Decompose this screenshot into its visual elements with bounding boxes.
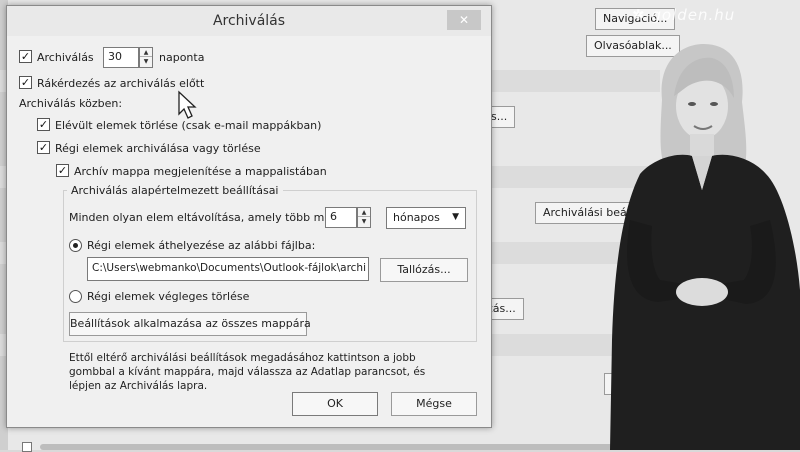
spin-up-icon[interactable]: ▲ <box>140 48 152 57</box>
remove-older-input[interactable]: 6 <box>325 207 357 228</box>
archive-days-unit: naponta <box>159 51 205 64</box>
apply-to-all-folders-button[interactable]: Beállítások alkalmazása az összes mappár… <box>69 312 311 336</box>
archive-info-note: Ettől eltérő archiválási beállítások meg… <box>69 352 426 392</box>
show-archive-folder-checkbox[interactable]: ✓ <box>56 164 69 177</box>
during-archive-label: Archiválás közben: <box>19 97 123 110</box>
archive-old-items-label: Régi elemek archiválása vagy törlése <box>55 142 261 155</box>
archive-every-label: Archiválás <box>37 51 94 64</box>
period-select[interactable]: hónapos ▼ <box>386 207 466 229</box>
presenter-photo <box>610 44 800 450</box>
spin-down-icon[interactable]: ▼ <box>140 57 152 66</box>
dialog-title: Archiválás <box>212 13 286 29</box>
mouse-pointer-icon <box>178 90 197 119</box>
move-to-file-label: Régi elemek áthelyezése az alábbi fájlba… <box>87 239 316 252</box>
browse-button[interactable]: Tallózás... <box>380 258 468 282</box>
background-checkbox[interactable] <box>22 442 32 452</box>
presenter-hands <box>676 278 728 306</box>
permanently-delete-label: Régi elemek végleges törlése <box>87 290 250 303</box>
remove-older-label: Minden olyan elem eltávolítása, amely tö… <box>69 211 339 224</box>
background-option-text <box>40 444 620 450</box>
archive-old-items-checkbox[interactable]: ✓ <box>37 141 50 154</box>
background-option-row <box>22 440 662 452</box>
archive-file-path-input[interactable]: C:\Users\webmanko\Documents\Outlook-fájl… <box>87 257 369 281</box>
watermark-star-icon: ✱ <box>632 6 646 24</box>
spin-up-icon[interactable]: ▲ <box>358 208 370 217</box>
watermark: ✱ golden.hu <box>632 6 736 24</box>
move-to-file-radio[interactable] <box>69 239 82 252</box>
spin-down-icon[interactable]: ▼ <box>358 217 370 226</box>
archive-dialog: Archiválás ✕ ✓ Archiválás 30 ▲ ▼ naponta… <box>6 5 492 428</box>
prompt-before-label: Rákérdezés az archiválás előtt <box>37 77 205 90</box>
ok-button[interactable]: OK <box>292 392 378 416</box>
archive-days-input[interactable]: 30 <box>103 47 139 68</box>
prompt-before-checkbox[interactable]: ✓ <box>19 76 32 89</box>
cancel-button[interactable]: Mégse <box>391 392 477 416</box>
close-icon[interactable]: ✕ <box>447 10 481 30</box>
default-settings-title: Archiválás alapértelmezett beállításai <box>67 184 283 197</box>
delete-expired-label: Elévült elemek törlése (csak e-mail mapp… <box>55 119 322 132</box>
archive-every-checkbox[interactable]: ✓ <box>19 50 32 63</box>
permanently-delete-radio[interactable] <box>69 290 82 303</box>
remove-older-stepper[interactable]: ▲ ▼ <box>357 207 371 228</box>
delete-expired-checkbox[interactable]: ✓ <box>37 118 50 131</box>
period-select-value: hónapos <box>393 211 440 224</box>
show-archive-folder-label: Archív mappa megjelenítése a mappalistáb… <box>74 165 327 178</box>
chevron-down-icon: ▼ <box>452 212 459 222</box>
dialog-titlebar: Archiválás ✕ <box>7 6 491 36</box>
archive-days-stepper[interactable]: ▲ ▼ <box>139 47 153 68</box>
